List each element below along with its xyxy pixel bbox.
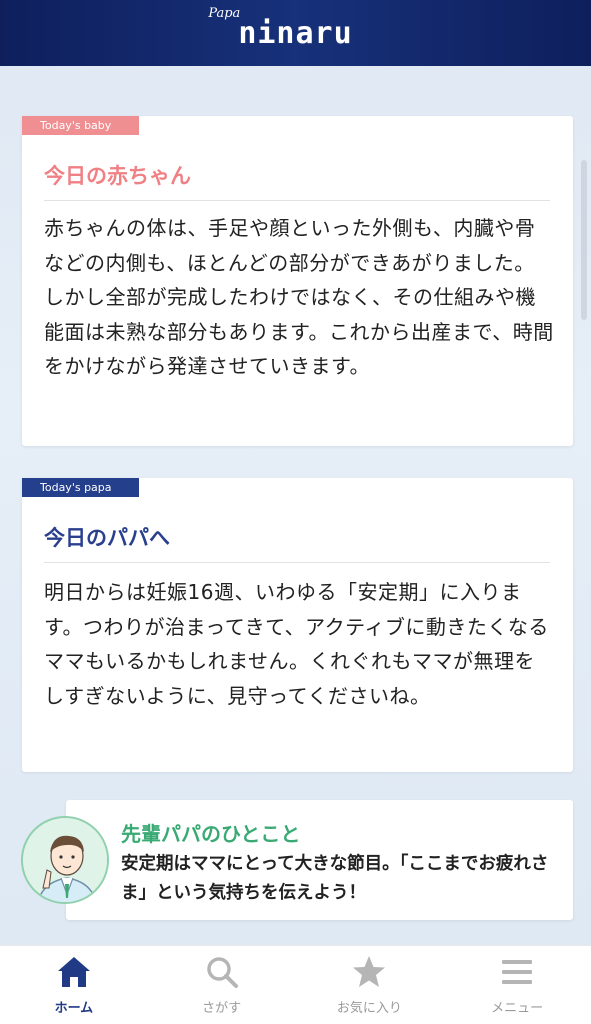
tab-menu-label: メニュー [491,1000,544,1016]
divider [44,562,550,563]
senior-papa-advice-card: 先輩パパのひとこと 安定期はママにとって大きな節目。「ここまでお疲れさま」という… [66,800,573,920]
star-icon [353,955,386,987]
bottom-tab-bar: ホーム さがす お気に入り メニュー [0,945,591,1024]
logo-papa-text: Papa [208,5,241,21]
tab-home-label: ホーム [54,1000,94,1016]
advice-text: 安定期はママにとって大きな節目。「ここまでお疲れさま」という気持ちを伝えよう！ [121,854,549,903]
search-icon [206,956,238,988]
app-header: Papa ninaru [0,0,591,66]
home-icon [57,956,90,987]
app-logo[interactable]: Papa ninaru [208,6,353,51]
divider [44,200,550,201]
scrollbar[interactable] [581,160,587,320]
todays-papa-title: 今日のパパへ [44,526,170,550]
todays-papa-body: 明日からは妊娠16週、いわゆる「安定期」に入ります。つわりが治まってきて、アクテ… [44,580,549,708]
tab-menu[interactable]: メニュー [443,946,591,1024]
tab-favorites-label: お気に入り [336,1000,402,1016]
advice-title: 先輩パパのひとこと [121,822,301,846]
todays-baby-tag: Today's baby [22,116,139,135]
todays-papa-tag: Today's papa [22,478,139,497]
todays-baby-title: 今日の赤ちゃん [44,164,191,188]
todays-baby-body: 赤ちゃんの体は、手足や顔といった外側も、内臓や骨などの内側も、ほとんどの部分がで… [44,216,554,378]
tab-favorites[interactable]: お気に入り [296,946,444,1024]
tab-home[interactable]: ホーム [0,946,148,1024]
tab-search[interactable]: さがす [148,946,296,1024]
senior-papa-avatar [21,816,109,904]
menu-icon [502,959,533,984]
tab-search-label: さがす [202,1000,242,1016]
todays-papa-card: Today's papa 今日のパパへ 明日からは妊娠16週、いわゆる「安定期」… [22,478,573,772]
todays-baby-card: Today's baby 今日の赤ちゃん 赤ちゃんの体は、手足や顔といった外側も… [22,116,573,446]
papa-illustration-icon [23,818,107,902]
logo-ninaru-text: ninaru [238,15,353,51]
